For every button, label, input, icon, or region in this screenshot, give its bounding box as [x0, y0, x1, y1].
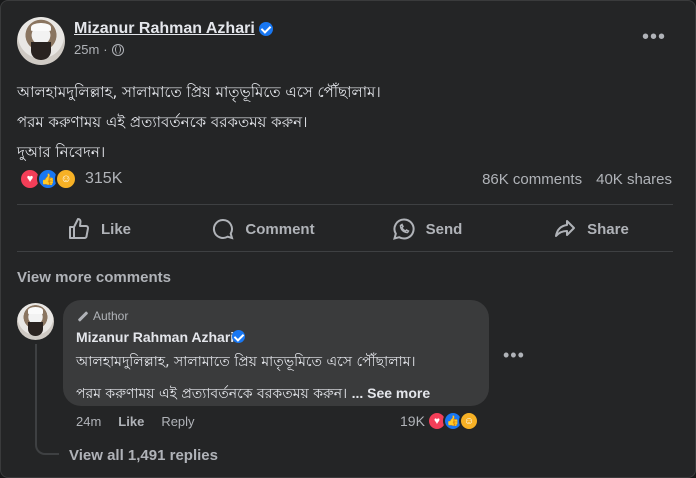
action-bar: Like Comment Send Share [17, 209, 673, 249]
shares-count-link[interactable]: 40K shares [596, 171, 672, 188]
send-button[interactable]: Send [345, 209, 509, 249]
divider [17, 204, 673, 205]
comment-reaction-summary[interactable]: 19K ♥ 👍 ☺ [400, 411, 479, 431]
verified-badge-icon [232, 330, 245, 343]
comment-avatar[interactable] [17, 303, 54, 340]
comment-more-options-icon[interactable]: ••• [503, 346, 525, 364]
post-body: আলহামদুলিল্লাহ, সালামাতে প্রিয় মাতৃভূমি… [17, 77, 677, 167]
author-avatar[interactable] [17, 17, 65, 65]
globe-icon [111, 43, 124, 56]
post-more-options-icon[interactable]: ••• [642, 27, 666, 47]
divider [17, 251, 673, 252]
view-replies-link[interactable]: View all 1,491 replies [69, 447, 218, 464]
post-line: দুআর নিবেদন। [17, 143, 106, 161]
post-line: পরম করুণাময় এই প্রত্যাবর্তনকে বরকতময় ক… [17, 113, 308, 131]
share-icon [555, 220, 576, 237]
comments-count-link[interactable]: 86K comments [482, 171, 582, 188]
post-time[interactable]: 25m [74, 42, 99, 57]
comment-text: আলহামদুলিল্লাহ, সালামাতে প্রিয় মাতৃভূমি… [76, 347, 486, 410]
verified-badge-icon [259, 22, 273, 36]
comment-button[interactable]: Comment [181, 209, 345, 249]
care-reaction-icon: ☺ [458, 411, 479, 431]
view-more-comments-link[interactable]: View more comments [17, 269, 171, 286]
comment-line: পরম করুণাময় এই প্রত্যাবর্তনকে বরকতময় ক… [76, 385, 431, 402]
thread-line [35, 344, 59, 455]
comment-time[interactable]: 24m [76, 414, 101, 429]
author-name[interactable]: Mizanur Rahman Azhari [74, 20, 255, 38]
post-stats: 86K comments 40K shares [482, 171, 672, 188]
comment-bubble: Author Mizanur Rahman Azhari আলহামদুলিল্… [63, 300, 489, 406]
post-card: Mizanur Rahman Azhari 25m · ••• আলহামদুল… [0, 0, 696, 478]
comment-reply-button[interactable]: Reply [161, 414, 194, 429]
author-badge: Author [77, 309, 128, 323]
like-button[interactable]: Like [17, 209, 181, 249]
post-line: আলহামদুলিল্লাহ, সালামাতে প্রিয় মাতৃভূমি… [17, 83, 381, 101]
share-label: Share [587, 220, 629, 238]
send-label: Send [425, 220, 463, 238]
like-label: Like [100, 220, 131, 238]
author-badge-label: Author [93, 309, 129, 323]
comment-actions: 24m Like Reply [76, 414, 195, 429]
see-more-link[interactable]: ... See more [352, 385, 431, 401]
reaction-summary[interactable]: ♥ 👍 ☺ 315K [19, 168, 122, 190]
comment-reaction-count: 19K [400, 413, 425, 429]
share-button[interactable]: Share [509, 209, 673, 249]
reaction-count: 315K [85, 170, 123, 187]
care-reaction-icon: ☺ [55, 168, 77, 190]
comment-author-name[interactable]: Mizanur Rahman Azhari [76, 329, 234, 345]
comment-like-button[interactable]: Like [118, 414, 144, 429]
comment-label: Comment [245, 220, 315, 238]
post-meta: 25m · [74, 42, 124, 57]
whatsapp-icon [392, 218, 415, 240]
thumbs-up-icon [68, 218, 89, 240]
comment-line: আলহামদুলিল্লাহ, সালামাতে প্রিয় মাতৃভূমি… [76, 354, 416, 370]
pencil-icon [77, 310, 89, 322]
comment-icon [213, 218, 234, 240]
